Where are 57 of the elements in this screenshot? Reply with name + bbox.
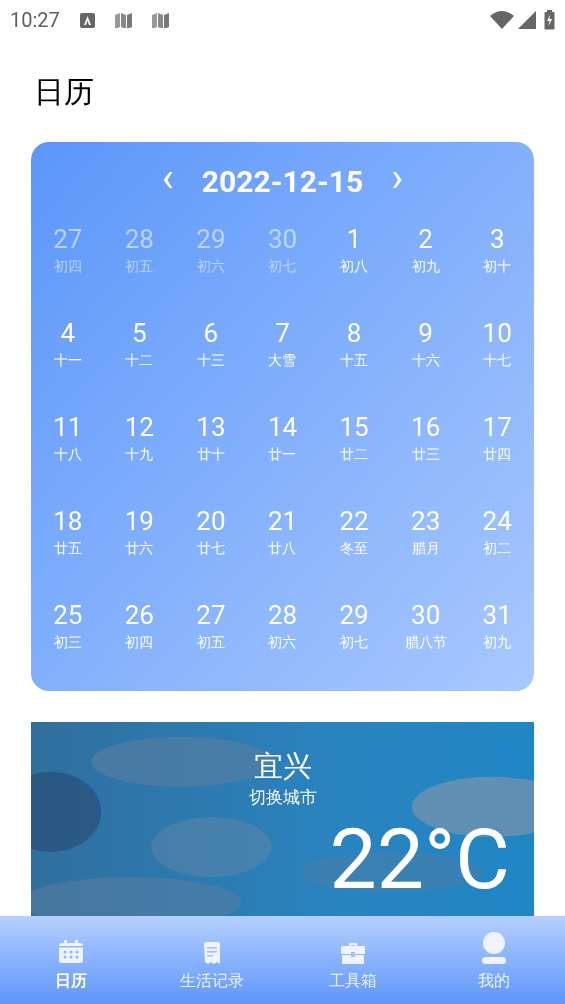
temperature: 22°C (329, 817, 510, 903)
calendar-day[interactable]: 29 初六 (175, 218, 247, 312)
map-icon (114, 12, 132, 28)
calendar-day[interactable]: 3 初十 (461, 218, 533, 312)
calendar-day[interactable]: 11 十八 (32, 406, 104, 500)
calendar-day[interactable]: 12 十九 (103, 406, 176, 500)
calendar-day[interactable]: 19 廿六 (103, 500, 176, 594)
wifi-icon (490, 11, 514, 29)
calendar-day[interactable]: 22 冬至 (318, 500, 390, 594)
status-time: 10:27 (10, 7, 60, 34)
calendar-date: 2022-12-15 (201, 162, 364, 201)
page-title: 日历 (34, 73, 95, 111)
calendar-day[interactable]: 30 腊八节 (389, 594, 462, 688)
nav-tab[interactable]: 日历 (0, 916, 142, 1004)
signal-icon (518, 11, 536, 29)
calendar-day[interactable]: 6 十三 (175, 312, 247, 406)
receipt-icon (202, 942, 221, 964)
map-icon (151, 12, 169, 28)
city-name: 宜兴 (253, 748, 312, 785)
app-notification-icon (79, 12, 95, 28)
calendar-day[interactable]: 23 腊月 (389, 500, 462, 594)
calendar-day[interactable]: 9 十六 (389, 312, 462, 406)
calendar-day[interactable]: 21 廿八 (246, 500, 319, 594)
calendar-day[interactable]: 17 廿四 (461, 406, 533, 500)
calendar-day[interactable]: 15 廿二 (318, 406, 390, 500)
calendar-day[interactable]: 30 初七 (246, 218, 319, 312)
nav-tab[interactable]: 工具箱 (282, 916, 424, 1004)
battery-icon (544, 10, 555, 30)
previous-month-button[interactable]: ‹ (157, 158, 178, 204)
calendar-day[interactable]: 28 初六 (246, 594, 319, 688)
calendar-day[interactable]: 20 廿七 (175, 500, 247, 594)
calendar-day[interactable]: 8 十五 (318, 312, 390, 406)
calendar-day[interactable]: 2 初九 (389, 218, 462, 312)
calendar-day[interactable]: 25 初三 (32, 594, 104, 688)
calendar-icon (57, 940, 84, 964)
nav-tab[interactable]: 生活记录 (141, 916, 283, 1004)
calendar-day[interactable]: 4 十一 (32, 312, 104, 406)
calendar-day[interactable]: 24 初二 (461, 500, 533, 594)
calendar-day[interactable]: 31 初九 (461, 594, 533, 688)
calendar-day[interactable]: 26 初四 (103, 594, 176, 688)
switch-city-link[interactable]: 切换城市 (248, 785, 317, 809)
calendar-day[interactable]: 10 十七 (461, 312, 533, 406)
calendar-day[interactable]: 1 初八 (318, 218, 390, 312)
calendar-day[interactable]: 5 十二 (103, 312, 176, 406)
nav-tab[interactable]: 我的 (423, 916, 565, 1004)
calendar-day[interactable]: 14 廿一 (246, 406, 319, 500)
next-month-button[interactable]: › (387, 158, 408, 204)
user-icon (481, 932, 508, 964)
toolbox-icon (341, 942, 366, 964)
calendar-day[interactable]: 16 廿三 (389, 406, 462, 500)
calendar-day[interactable]: 27 初五 (175, 594, 247, 688)
calendar-day[interactable]: 29 初七 (318, 594, 390, 688)
calendar-day[interactable]: 28 初五 (103, 218, 176, 312)
calendar-day[interactable]: 13 廿十 (175, 406, 247, 500)
calendar-day[interactable]: 27 初四 (32, 218, 104, 312)
calendar-day[interactable]: 7 大雪 (246, 312, 319, 406)
calendar-day[interactable]: 18 廿五 (32, 500, 104, 594)
